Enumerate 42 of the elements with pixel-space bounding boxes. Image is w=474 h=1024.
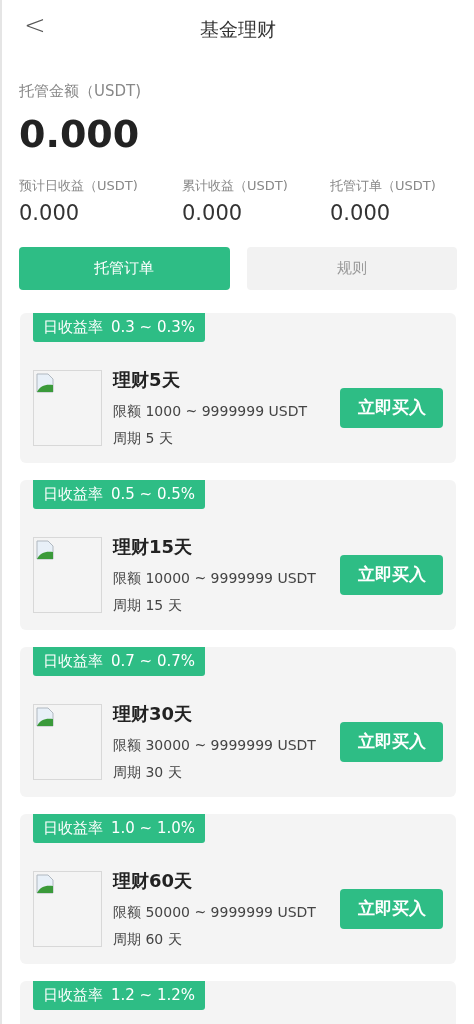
buy-now-button[interactable]: 立即买入 — [340, 387, 443, 428]
rate-range: 0.3 ~ 0.3% — [111, 317, 196, 339]
broken-image-icon — [36, 539, 54, 560]
broken-image-icon — [36, 706, 54, 727]
product-period: 周期 60 天 — [113, 930, 183, 949]
broken-image-icon — [36, 372, 54, 393]
purchase-limit: 限额 50000 ~ 9999999 USDT — [113, 903, 317, 922]
purchase-limit: 限额 1000 ~ 9999999 USDT — [113, 402, 308, 421]
purchase-limit: 限额 10000 ~ 9999999 USDT — [113, 569, 317, 588]
rate-label: 日收益率 — [43, 985, 103, 1007]
stat-value: 0.000 — [182, 199, 244, 227]
buy-now-button[interactable]: 立即买入 — [340, 888, 443, 929]
buy-now-button[interactable]: 立即买入 — [340, 721, 443, 762]
stat-value: 0.000 — [330, 199, 392, 227]
rate-range: 1.0 ~ 1.0% — [111, 818, 196, 840]
product-period: 周期 5 天 — [113, 429, 174, 448]
rate-range: 0.7 ~ 0.7% — [111, 651, 196, 673]
page-title: 基金理财 — [200, 16, 276, 42]
rate-label: 日收益率 — [43, 484, 103, 506]
stat-label: 预计日收益（USDT) — [19, 177, 139, 195]
rate-range: 1.2 ~ 1.2% — [111, 985, 196, 1007]
rate-label: 日收益率 — [43, 818, 103, 840]
product-name: 理财5天 — [113, 368, 181, 392]
product-period: 周期 15 天 — [113, 596, 183, 615]
tab[interactable]: 规则 — [246, 247, 457, 290]
product-name: 理财30天 — [113, 702, 194, 726]
stat-label: 累计收益（USDT) — [182, 177, 289, 195]
purchase-limit: 限额 30000 ~ 9999999 USDT — [113, 736, 317, 755]
product-name: 理财60天 — [113, 869, 194, 893]
stat-value: 0.000 — [19, 199, 81, 227]
rate-label: 日收益率 — [43, 317, 103, 339]
custody-amount-label: 托管金额（USDT) — [19, 81, 143, 102]
rate-label: 日收益率 — [43, 651, 103, 673]
product-period: 周期 30 天 — [113, 763, 183, 782]
rate-range: 0.5 ~ 0.5% — [111, 484, 196, 506]
buy-now-button[interactable]: 立即买入 — [340, 554, 443, 595]
broken-image-icon — [36, 873, 54, 894]
back-button[interactable]: < — [24, 12, 46, 38]
custody-amount-value: 0.000 — [19, 110, 141, 158]
stat-label: 托管订单（USDT) — [330, 177, 437, 195]
product-name: 理财15天 — [113, 535, 194, 559]
tab[interactable]: 托管订单 — [19, 247, 230, 290]
